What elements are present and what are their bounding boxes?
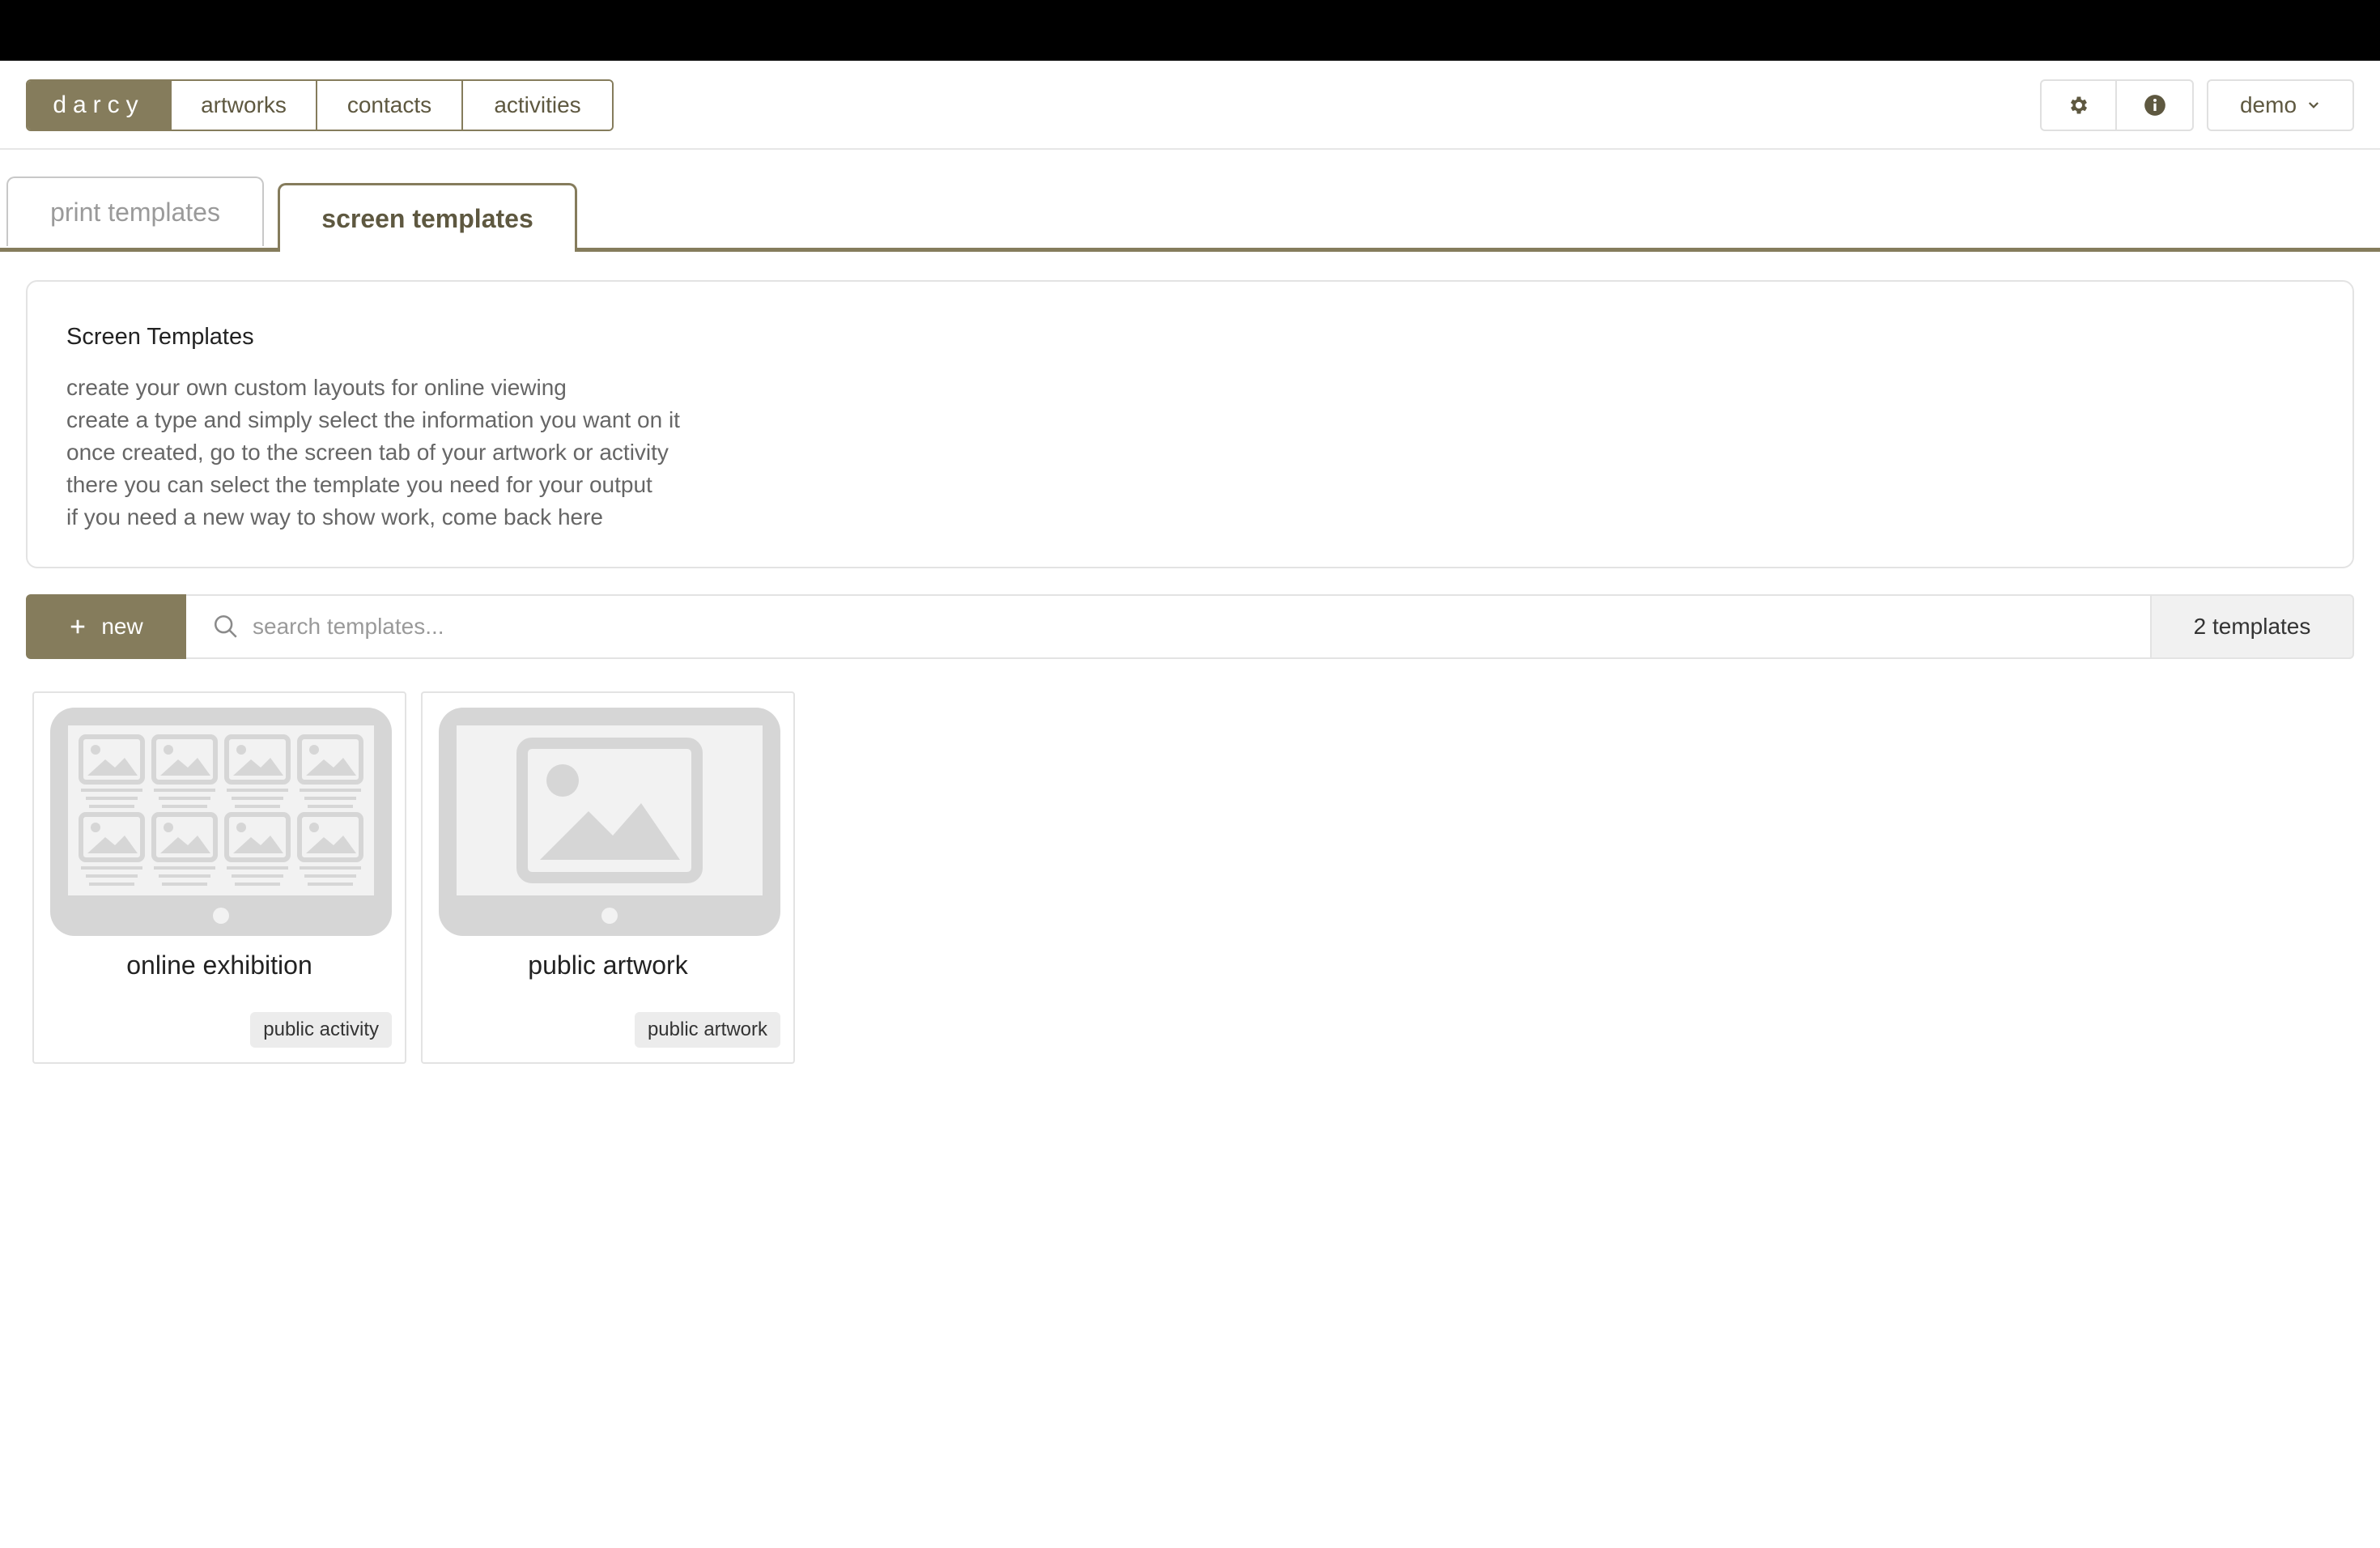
plus-icon [71, 619, 85, 634]
nav-item-contacts[interactable]: contacts [317, 81, 463, 130]
template-type-badge: public artwork [634, 1012, 780, 1048]
template-tabs: print templates screen templates [0, 175, 2380, 256]
nav-item-activities[interactable]: activities [463, 81, 612, 130]
grid-icon [50, 708, 392, 936]
gear-icon [2070, 96, 2087, 114]
info-line: create a type and simply select the info… [66, 407, 680, 432]
tab-print-templates[interactable]: print templates [6, 176, 264, 246]
window-top-bar [0, 0, 2380, 61]
template-count: 2 templates [2152, 594, 2354, 659]
info-card: Screen Templates create your own custom … [26, 280, 2354, 568]
brand-logo[interactable]: darcy [28, 81, 172, 130]
info-line: if you need a new way to show work, come… [66, 504, 604, 529]
tab-screen-templates[interactable]: screen templates [278, 183, 577, 252]
template-card[interactable]: public artwork public artwork [421, 691, 795, 1064]
template-toolbar: new 2 templates [26, 594, 2354, 659]
new-template-button[interactable]: new [26, 594, 186, 659]
user-menu-button[interactable]: demo [2207, 79, 2354, 131]
navbar: darcy artworks contacts activities demo [0, 61, 2380, 150]
template-list: online exhibition public activity public… [32, 691, 795, 1064]
search-bar [186, 594, 2152, 659]
info-title: Screen Templates [66, 324, 254, 350]
chevron-down-icon [2308, 102, 2319, 108]
utility-buttons [2040, 79, 2194, 131]
info-line: once created, go to the screen tab of yo… [66, 440, 669, 465]
search-input[interactable] [253, 614, 2150, 640]
nav-item-artworks[interactable]: artworks [172, 81, 317, 130]
user-name: demo [2239, 92, 2297, 117]
main-nav: darcy artworks contacts activities [26, 79, 614, 131]
template-name: online exhibition [126, 950, 312, 980]
new-button-label: new [101, 614, 143, 639]
info-line: there you can select the template you ne… [66, 472, 652, 497]
template-name: public artwork [528, 950, 688, 980]
info-button[interactable] [2117, 81, 2192, 130]
search-icon [214, 615, 237, 638]
info-icon [2144, 95, 2165, 116]
info-line: create your own custom layouts for onlin… [66, 375, 567, 400]
template-type-badge: public activity [250, 1012, 392, 1048]
single-image-icon [439, 708, 780, 936]
settings-button[interactable] [2042, 81, 2118, 130]
template-card[interactable]: online exhibition public activity [32, 691, 406, 1064]
